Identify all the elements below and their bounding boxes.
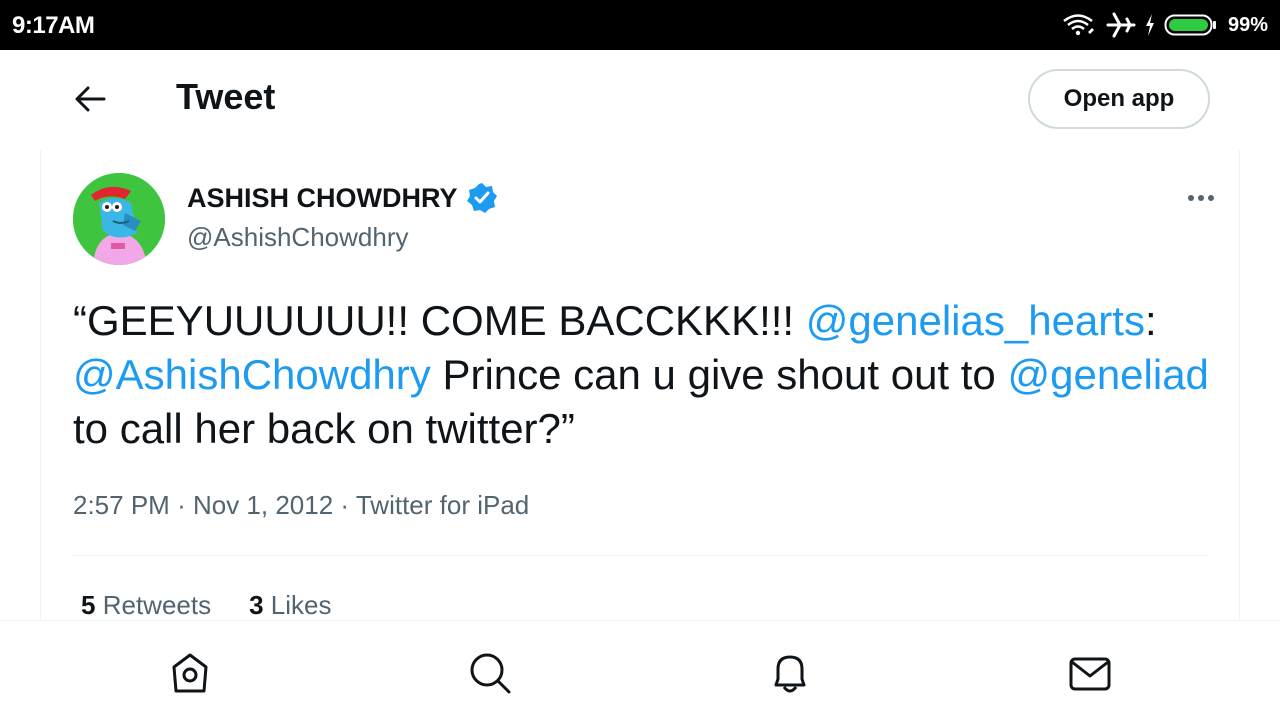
mention-link[interactable]: @genelias_hearts	[806, 297, 1145, 344]
nav-search[interactable]	[466, 649, 514, 697]
likes-stat[interactable]: 3 Likes	[249, 590, 331, 621]
top-header: Tweet Open app	[0, 50, 1280, 150]
likes-label: Likes	[270, 590, 332, 620]
tweet-text: “GEEYUUUUUU!! COME BACCKKK!!! @genelias_…	[73, 294, 1223, 456]
tweet-card: ASHISH CHOWDHRY @AshishChowdhry “GEEYUUU…	[40, 150, 1240, 620]
tweet-stats: 5 Retweets 3 Likes	[81, 590, 332, 621]
status-time: 9:17AM	[12, 12, 95, 39]
airplane-icon	[1106, 12, 1136, 38]
tweet-time[interactable]: 2:57 PM	[73, 490, 170, 520]
arrow-left-icon	[75, 86, 106, 112]
meta-separator: ·	[177, 490, 186, 520]
display-name-text: ASHISH CHOWDHRY	[187, 182, 458, 213]
tweet-date[interactable]: Nov 1, 2012	[193, 490, 333, 520]
more-dot-icon	[1188, 195, 1194, 201]
status-bar: 9:17AM 99%	[0, 0, 1280, 50]
avatar-image	[73, 173, 165, 265]
verified-badge-icon	[466, 183, 497, 213]
user-handle[interactable]: @AshishChowdhry	[187, 222, 408, 253]
retweets-count: 5	[81, 590, 96, 620]
search-icon	[470, 653, 511, 694]
retweets-label: Retweets	[102, 590, 212, 620]
nav-messages[interactable]	[1066, 649, 1114, 697]
tweet-text-part: “GEEYUUUUUU!! COME BACCKKK!!!	[73, 297, 806, 344]
bottom-nav	[0, 620, 1280, 720]
tweet-text-part: Prince can u give shout out to	[430, 351, 1008, 398]
home-icon	[172, 653, 208, 693]
wifi-icon	[1063, 14, 1094, 36]
notifications-icon	[774, 655, 806, 693]
messages-icon	[1069, 657, 1111, 691]
battery-percent: 99%	[1227, 13, 1268, 36]
nav-notifications[interactable]	[766, 649, 814, 697]
divider	[73, 555, 1209, 556]
meta-separator: ·	[340, 490, 350, 520]
open-app-button[interactable]: Open app	[1028, 69, 1210, 129]
back-button[interactable]	[60, 74, 120, 124]
avatar[interactable]	[73, 173, 165, 265]
more-dot-icon	[1208, 195, 1214, 201]
display-name[interactable]: ASHISH CHOWDHRY	[187, 182, 498, 214]
tweet-text-part: to call her back on twitter?”	[73, 405, 575, 452]
tweet-source[interactable]: Twitter for iPad	[356, 490, 529, 520]
battery-icon	[1164, 14, 1216, 36]
mention-link[interactable]: @AshishChowdhry	[73, 351, 431, 398]
retweets-stat[interactable]: 5 Retweets	[81, 590, 211, 621]
more-dot-icon	[1198, 195, 1204, 201]
page-title: Tweet	[176, 76, 276, 117]
tweet-meta: 2:57 PM · Nov 1, 2012 · Twitter for iPad	[73, 490, 529, 521]
nav-home[interactable]	[166, 649, 214, 697]
charging-icon	[1145, 14, 1154, 36]
more-options-button[interactable]	[1181, 186, 1221, 210]
tweet-text-part: :	[1144, 297, 1157, 344]
mention-link[interactable]: @geneliad	[1007, 351, 1208, 398]
likes-count: 3	[249, 590, 264, 620]
status-icons: 99%	[1062, 10, 1268, 40]
